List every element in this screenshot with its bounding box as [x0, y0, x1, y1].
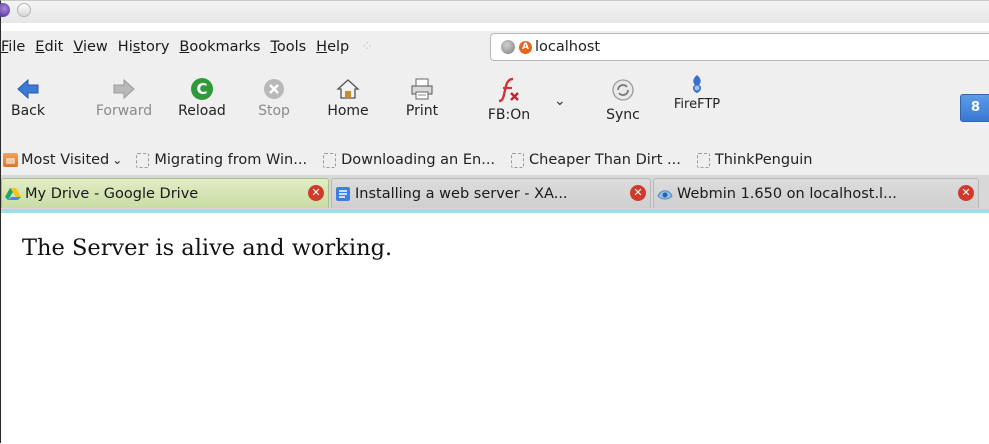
- page-icon: [136, 152, 150, 168]
- menu-help[interactable]: Help: [316, 39, 349, 55]
- address-bar[interactable]: A localhost: [490, 33, 989, 61]
- window-minimize-button[interactable]: [17, 3, 31, 17]
- tab-strip: My Drive - Google Drive ✕ Installing a w…: [1, 175, 989, 211]
- forward-button[interactable]: Forward: [89, 77, 159, 119]
- bookmark-item[interactable]: Cheaper Than Dirt ...: [511, 152, 681, 168]
- tab-webmin[interactable]: Webmin 1.650 on localhost.l... ✕: [653, 178, 979, 208]
- address-input[interactable]: localhost: [535, 39, 600, 55]
- reload-button[interactable]: C Reload: [171, 77, 233, 119]
- reload-label: Reload: [178, 103, 226, 119]
- document-icon: [336, 186, 350, 201]
- flashblock-button[interactable]: FB:On: [481, 75, 537, 123]
- home-button[interactable]: Home: [321, 77, 375, 119]
- reload-icon: C: [171, 77, 233, 101]
- close-tab-icon[interactable]: ✕: [308, 185, 324, 201]
- most-visited-label: Most Visited: [21, 152, 110, 168]
- fireftp-button[interactable]: FireFTP: [665, 73, 729, 112]
- sync-icon: [599, 75, 647, 105]
- menu-history[interactable]: History: [118, 39, 170, 55]
- tab-title: My Drive - Google Drive: [25, 185, 199, 202]
- addon-badge-icon: A: [519, 40, 532, 54]
- forward-arrow-icon: [89, 77, 159, 101]
- window-menu-button[interactable]: [0, 3, 10, 17]
- svg-text:C: C: [196, 80, 207, 98]
- flashblock-label: FB:On: [487, 107, 531, 123]
- flash-blocked-icon: [481, 75, 537, 105]
- browser-window: File Edit View History Bookmarks Tools H…: [0, 0, 989, 444]
- page-icon: [696, 152, 710, 168]
- search-engine-icon[interactable]: 8: [960, 94, 989, 122]
- close-tab-icon[interactable]: ✕: [630, 185, 646, 201]
- stop-label: Stop: [258, 103, 290, 119]
- page-icon: [511, 152, 525, 168]
- title-bar: [0, 1, 989, 23]
- forward-label: Forward: [95, 103, 153, 119]
- bookmarks-toolbar: Most Visited ⌄ Migrating from Win... Dow…: [1, 145, 989, 175]
- bookmark-item[interactable]: ThinkPenguin: [696, 152, 813, 168]
- bookmark-label: Cheaper Than Dirt ...: [529, 152, 681, 168]
- stop-icon: [252, 77, 296, 101]
- folder-icon: [3, 153, 18, 167]
- fireftp-icon: [665, 73, 729, 95]
- bookmark-most-visited[interactable]: Most Visited ⌄: [3, 152, 122, 168]
- google-drive-icon: [5, 187, 21, 200]
- sync-label: Sync: [606, 107, 640, 123]
- bookmark-item[interactable]: Migrating from Win...: [136, 152, 307, 168]
- tab-title: Webmin 1.650 on localhost.l...: [677, 185, 897, 202]
- printer-icon: [399, 77, 445, 101]
- spinner-icon: ⁘: [361, 39, 373, 55]
- tab-google-drive[interactable]: My Drive - Google Drive ✕: [1, 178, 329, 208]
- print-button[interactable]: Print: [399, 77, 445, 119]
- menu-bar: File Edit View History Bookmarks Tools H…: [1, 31, 989, 63]
- bookmark-item[interactable]: Downloading an En...: [323, 152, 495, 168]
- flashblock-dropdown-chevron-icon[interactable]: ⌄: [554, 93, 566, 109]
- bookmark-label: Migrating from Win...: [154, 152, 308, 168]
- back-label: Back: [11, 103, 45, 119]
- back-arrow-icon: [7, 77, 49, 101]
- menu-edit[interactable]: Edit: [35, 39, 63, 55]
- bookmark-label: Downloading an En...: [341, 152, 496, 168]
- menu-bookmarks[interactable]: Bookmarks: [179, 39, 260, 55]
- chevron-down-icon: ⌄: [112, 153, 123, 167]
- menu-tools[interactable]: Tools: [270, 39, 306, 55]
- home-label: Home: [327, 103, 369, 119]
- bookmark-label: ThinkPenguin: [714, 152, 813, 168]
- menu-file[interactable]: File: [1, 39, 25, 55]
- page-body-text: The Server is alive and working.: [22, 235, 393, 261]
- page-icon: [323, 152, 337, 168]
- fireftp-label: FireFTP: [673, 97, 721, 112]
- page-content: The Server is alive and working.: [1, 213, 989, 444]
- tab-installing-web-server[interactable]: Installing a web server - XA... ✕: [331, 178, 651, 208]
- close-tab-icon[interactable]: ✕: [958, 185, 974, 201]
- stop-button[interactable]: Stop: [252, 77, 296, 119]
- sync-button[interactable]: Sync: [599, 75, 647, 123]
- navigation-toolbar: Back Forward C Reload Stop Home Print FB…: [1, 63, 989, 145]
- tab-title: Installing a web server - XA...: [355, 185, 568, 202]
- site-identity-icon[interactable]: [501, 40, 515, 54]
- webmin-icon: [657, 189, 673, 199]
- menu-view[interactable]: View: [73, 39, 107, 55]
- print-label: Print: [405, 103, 439, 119]
- back-button[interactable]: Back: [7, 77, 49, 119]
- home-icon: [321, 77, 375, 101]
